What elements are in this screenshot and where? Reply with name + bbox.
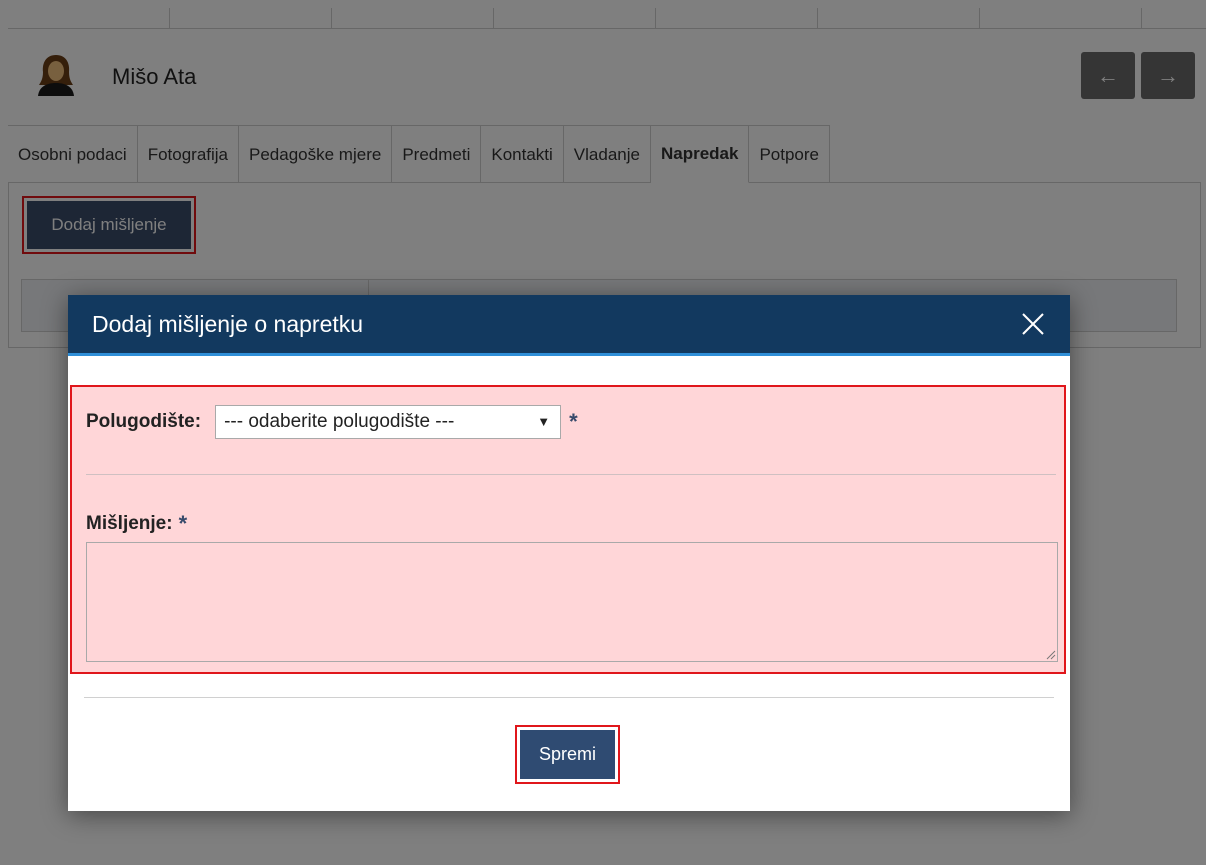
opinion-textarea[interactable] bbox=[86, 542, 1058, 662]
required-icon: * bbox=[569, 409, 578, 434]
add-opinion-modal: Dodaj mišljenje o napretku Polugodište: … bbox=[68, 295, 1070, 811]
form-divider bbox=[86, 474, 1056, 475]
close-icon[interactable] bbox=[1020, 311, 1046, 337]
modal-title: Dodaj mišljenje o napretku bbox=[92, 310, 364, 337]
required-icon: * bbox=[178, 511, 188, 536]
footer-divider bbox=[84, 697, 1054, 698]
opinion-label: Mišljenje: bbox=[86, 513, 173, 534]
resize-handle-icon[interactable] bbox=[1046, 650, 1056, 660]
semester-label: Polugodište: bbox=[86, 411, 202, 432]
modal-header: Dodaj mišljenje o napretku bbox=[68, 295, 1070, 356]
dropdown-arrow-icon: ▼ bbox=[537, 414, 551, 429]
opinion-label-row: Mišljenje: * bbox=[86, 511, 187, 537]
semester-row: Polugodište: --- odaberite polugodište -… bbox=[86, 405, 578, 439]
semester-select[interactable]: --- odaberite polugodište --- ▼ bbox=[215, 405, 562, 439]
semester-selected-value: --- odaberite polugodište --- bbox=[224, 411, 455, 432]
save-button[interactable]: Spremi bbox=[520, 730, 615, 779]
form-highlight: Polugodište: --- odaberite polugodište -… bbox=[70, 385, 1066, 674]
save-highlight: Spremi bbox=[515, 725, 620, 784]
